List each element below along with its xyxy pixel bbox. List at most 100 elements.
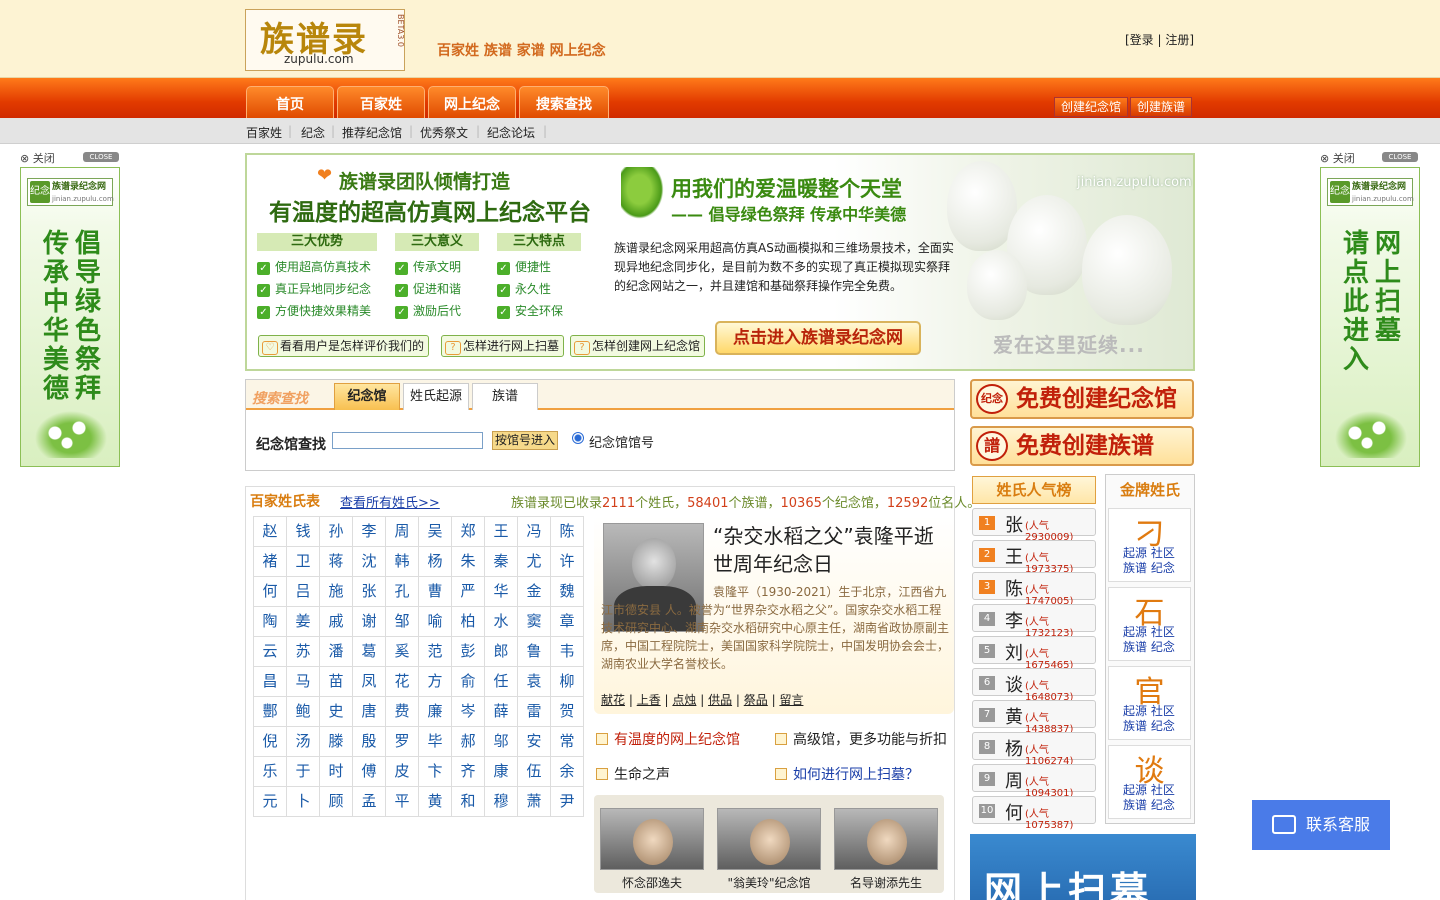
surname-cell[interactable]: 余	[551, 757, 584, 787]
surname-cell[interactable]: 鲁	[518, 637, 551, 667]
surname-cell[interactable]: 范	[419, 637, 452, 667]
sacrifice-link[interactable]: 祭品	[744, 693, 768, 707]
surname-cell[interactable]: 鲍	[287, 697, 320, 727]
surname-cell[interactable]: 殷	[353, 727, 386, 757]
gold-surname-links[interactable]: 族谱 纪念	[1123, 796, 1175, 813]
surname-cell[interactable]: 钱	[287, 517, 320, 547]
surname-cell[interactable]: 傅	[353, 757, 386, 787]
surname-cell[interactable]: 倪	[254, 727, 287, 757]
surname-cell[interactable]: 孔	[386, 577, 419, 607]
surname-cell[interactable]: 方	[419, 667, 452, 697]
surname-cell[interactable]: 赵	[254, 517, 287, 547]
surname-cell[interactable]: 唐	[353, 697, 386, 727]
memorial-search-input[interactable]	[332, 432, 483, 449]
memorial-thumb-image[interactable]	[717, 808, 821, 870]
subnav-memorial[interactable]: 纪念	[301, 124, 325, 141]
surname-cell[interactable]: 平	[386, 787, 419, 817]
memorial-thumb-caption[interactable]: "翁美玲"纪念馆	[717, 874, 821, 891]
surname-cell[interactable]: 费	[386, 697, 419, 727]
surname-cell[interactable]: 章	[551, 607, 584, 637]
popularity-row[interactable]: 8 杨 (人气1106274)	[972, 732, 1096, 767]
memorial-thumb-image[interactable]	[600, 808, 704, 870]
surname-cell[interactable]: 柳	[551, 667, 584, 697]
surname-cell[interactable]: 朱	[452, 547, 485, 577]
surname-cell[interactable]: 张	[353, 577, 386, 607]
surname-cell[interactable]: 韦	[551, 637, 584, 667]
surname-cell[interactable]: 潘	[320, 637, 353, 667]
enter-by-id-button[interactable]: 按馆号进入	[492, 431, 558, 450]
gold-surname-card[interactable]: 石起源 社区 族谱 纪念	[1108, 587, 1191, 661]
surname-cell[interactable]: 邬	[485, 727, 518, 757]
popularity-row[interactable]: 5 刘 (人气1675465)	[972, 636, 1096, 671]
register-link[interactable]: 注册]	[1165, 33, 1194, 47]
surname-cell[interactable]: 严	[452, 577, 485, 607]
free-create-genealogy-button[interactable]: 譜 免费创建族谱	[970, 426, 1194, 466]
surname-cell[interactable]: 魏	[551, 577, 584, 607]
premium-memorial-link[interactable]: 高级馆，更多功能与折扣	[775, 729, 947, 749]
popularity-row[interactable]: 6 谈 (人气1648073)	[972, 668, 1096, 703]
surname-cell[interactable]: 尹	[551, 787, 584, 817]
surname-cell[interactable]: 葛	[353, 637, 386, 667]
surname-cell[interactable]: 顾	[320, 787, 353, 817]
popularity-row[interactable]: 10 何 (人气1075387)	[972, 796, 1096, 831]
surname-cell[interactable]: 陈	[551, 517, 584, 547]
popularity-row[interactable]: 9 周 (人气1094301)	[972, 764, 1096, 799]
voice-of-life-link[interactable]: 生命之声	[596, 764, 670, 784]
surname-cell[interactable]: 苏	[287, 637, 320, 667]
gold-surname-links[interactable]: 族谱 纪念	[1123, 638, 1175, 655]
create-memorial-button[interactable]: 创建纪念馆	[1054, 97, 1129, 117]
popularity-row[interactable]: 2 王 (人气1973375)	[972, 540, 1096, 575]
how-to-scan-link[interactable]: 如何进行网上扫墓？	[775, 764, 919, 784]
surname-cell[interactable]: 穆	[485, 787, 518, 817]
free-create-memorial-button[interactable]: 纪念 免费创建纪念馆	[970, 379, 1194, 419]
surname-cell[interactable]: 吴	[419, 517, 452, 547]
right-side-banner[interactable]: 纪念 族谱录纪念网 jinian.zupulu.com 网上扫墓 请点此进入	[1320, 167, 1420, 467]
offer-flowers-link[interactable]: 献花	[601, 693, 625, 707]
subnav-eulogies[interactable]: 优秀祭文	[420, 124, 468, 141]
left-close-badge[interactable]: CLOSE	[83, 152, 119, 162]
nav-surnames[interactable]: 百家姓	[337, 86, 425, 118]
surname-cell[interactable]: 酆	[254, 697, 287, 727]
gold-surname-card[interactable]: 官起源 社区 族谱 纪念	[1108, 666, 1191, 740]
surname-cell[interactable]: 谢	[353, 607, 386, 637]
surname-cell[interactable]: 周	[386, 517, 419, 547]
surname-cell[interactable]: 史	[320, 697, 353, 727]
gold-surname-links[interactable]: 族谱 纪念	[1123, 559, 1175, 576]
left-side-banner[interactable]: 纪念 族谱录纪念网 jinian.zupulu.com 倡导绿色祭拜 传承中华美…	[20, 167, 120, 467]
surname-cell[interactable]: 郎	[485, 637, 518, 667]
light-candle-link[interactable]: 点烛	[672, 693, 696, 707]
surname-cell[interactable]: 皮	[386, 757, 419, 787]
popularity-row[interactable]: 3 陈 (人气1747005)	[972, 572, 1096, 607]
surname-cell[interactable]: 施	[320, 577, 353, 607]
surname-cell[interactable]: 昌	[254, 667, 287, 697]
surname-cell[interactable]: 花	[386, 667, 419, 697]
surname-cell[interactable]: 秦	[485, 547, 518, 577]
surname-cell[interactable]: 吕	[287, 577, 320, 607]
surname-cell[interactable]: 姜	[287, 607, 320, 637]
popularity-row[interactable]: 7 黄 (人气1438837)	[972, 700, 1096, 735]
surname-cell[interactable]: 喻	[419, 607, 452, 637]
surname-cell[interactable]: 凤	[353, 667, 386, 697]
surname-cell[interactable]: 时	[320, 757, 353, 787]
gold-surname-card[interactable]: 谈起源 社区 族谱 纪念	[1108, 745, 1191, 819]
surname-cell[interactable]: 袁	[518, 667, 551, 697]
left-banner-close[interactable]: ⊗ 关闭	[20, 150, 55, 166]
surname-cell[interactable]: 陶	[254, 607, 287, 637]
surname-cell[interactable]: 贺	[551, 697, 584, 727]
how-to-create-button[interactable]: ? 怎样创建网上纪念馆	[570, 335, 706, 357]
surname-cell[interactable]: 邹	[386, 607, 419, 637]
surname-cell[interactable]: 乐	[254, 757, 287, 787]
subnav-surnames[interactable]: 百家姓	[246, 124, 282, 141]
tab-surname-origin[interactable]: 姓氏起源	[403, 383, 469, 410]
surname-cell[interactable]: 水	[485, 607, 518, 637]
featured-title[interactable]: “杂交水稻之父”袁隆平逝世周年纪念日	[713, 522, 948, 578]
gold-surname-links[interactable]: 族谱 纪念	[1123, 717, 1175, 734]
login-link[interactable]: [登录	[1125, 33, 1154, 47]
surname-cell[interactable]: 伍	[518, 757, 551, 787]
how-to-scan-button[interactable]: ? 怎样进行网上扫墓	[441, 335, 565, 357]
surname-cell[interactable]: 彭	[452, 637, 485, 667]
view-all-surnames-link[interactable]: 查看所有姓氏>>	[340, 492, 440, 511]
warm-memorial-link[interactable]: 有温度的网上纪念馆	[596, 729, 740, 749]
site-logo[interactable]: 族谱录 zupulu.com BETA3.0	[245, 9, 405, 71]
enter-memorial-site-button[interactable]: 点击进入族谱录纪念网	[715, 321, 921, 355]
